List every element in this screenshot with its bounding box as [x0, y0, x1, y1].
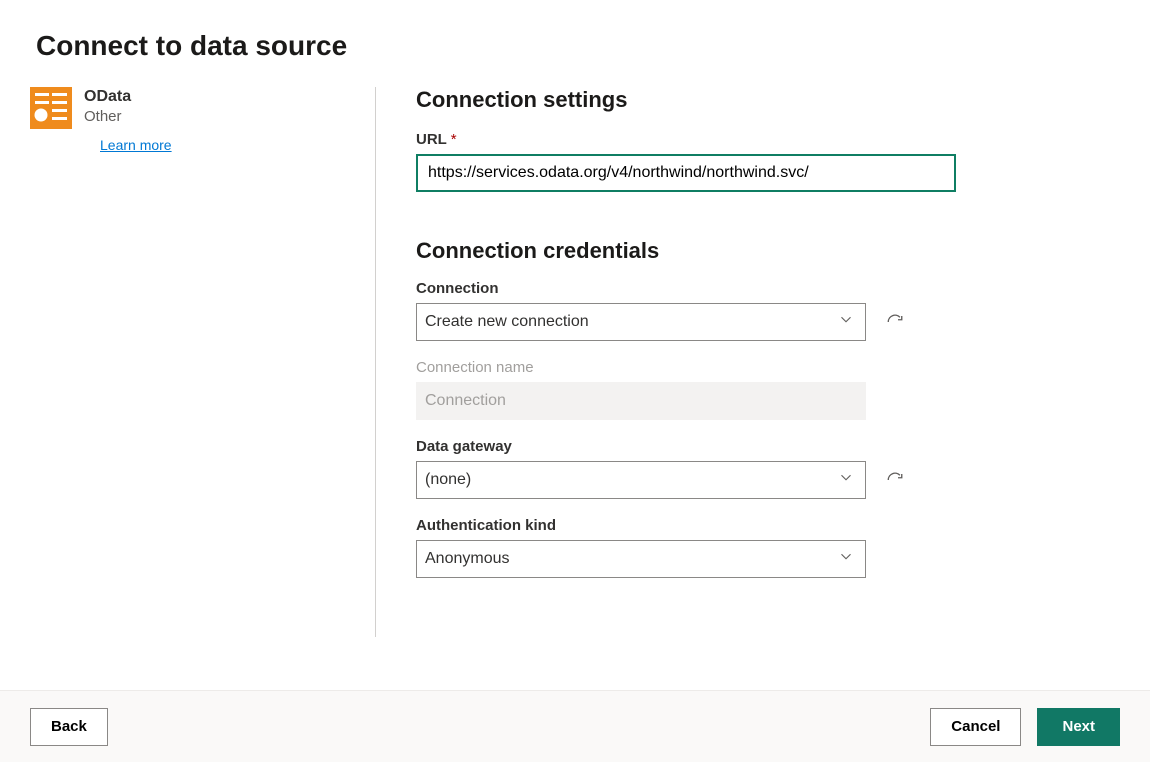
gateway-label: Data gateway [416, 438, 1114, 455]
url-label: URL * [416, 131, 1114, 148]
connection-name-placeholder: Connection [425, 392, 506, 410]
chevron-down-icon [837, 469, 855, 492]
chevron-down-icon [837, 311, 855, 334]
connection-label: Connection [416, 280, 1114, 297]
back-button[interactable]: Back [30, 708, 108, 746]
gateway-select-value: (none) [425, 471, 471, 489]
connection-select-value: Create new connection [425, 313, 589, 331]
url-input[interactable] [416, 154, 956, 192]
required-asterisk: * [451, 131, 457, 148]
connector-name: OData [84, 87, 172, 106]
gateway-select[interactable]: (none) [416, 461, 866, 499]
connection-select[interactable]: Create new connection [416, 303, 866, 341]
url-label-text: URL [416, 131, 447, 148]
connector-category: Other [84, 108, 172, 125]
learn-more-link[interactable]: Learn more [100, 137, 172, 153]
sidebar: OData Other Learn more [30, 87, 375, 637]
connector-card: OData Other Learn more [30, 87, 365, 155]
connection-settings-heading: Connection settings [416, 87, 1114, 113]
next-button[interactable]: Next [1037, 708, 1120, 746]
odata-connector-icon [30, 87, 72, 129]
page-title: Connect to data source [36, 30, 1114, 62]
connection-credentials-heading: Connection credentials [416, 238, 1114, 264]
footer: Back Cancel Next [0, 690, 1150, 762]
refresh-connection-icon[interactable] [884, 311, 906, 333]
auth-select-value: Anonymous [425, 550, 510, 568]
auth-label: Authentication kind [416, 517, 1114, 534]
connection-name-input: Connection [416, 382, 866, 420]
connection-name-label: Connection name [416, 359, 1114, 376]
cancel-button[interactable]: Cancel [930, 708, 1021, 746]
refresh-gateway-icon[interactable] [884, 469, 906, 491]
auth-select[interactable]: Anonymous [416, 540, 866, 578]
chevron-down-icon [837, 548, 855, 571]
